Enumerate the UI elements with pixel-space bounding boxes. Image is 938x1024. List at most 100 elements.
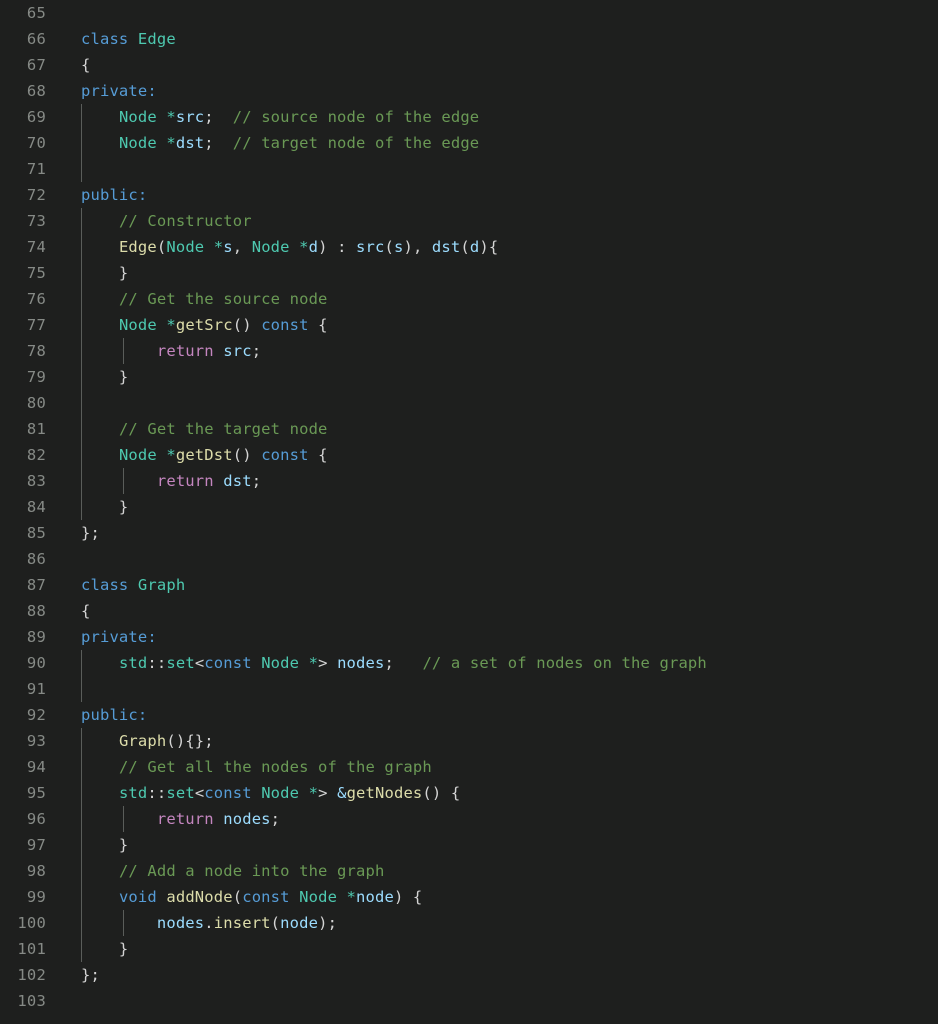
line-content[interactable]: std::set<const Node *> &getNodes() { <box>81 780 460 806</box>
code-line[interactable]: 97 } <box>0 832 938 858</box>
code-token: d <box>308 238 319 256</box>
code-line[interactable]: 88 { <box>0 598 938 624</box>
code-line[interactable]: 69 Node *src; // source node of the edge <box>0 104 938 130</box>
line-content[interactable]: Graph(){}; <box>81 728 214 754</box>
line-content[interactable]: // Add a node into the graph <box>81 858 384 884</box>
code-token: Edge <box>118 238 157 256</box>
code-line[interactable]: 70 Node *dst; // target node of the edge <box>0 130 938 156</box>
code-line[interactable]: 68 private: <box>0 78 938 104</box>
line-content[interactable]: Node *getDst() const { <box>81 442 328 468</box>
code-line[interactable]: 77 Node *getSrc() const { <box>0 312 938 338</box>
line-content[interactable]: Node *dst; // target node of the edge <box>81 130 479 156</box>
line-number: 75 <box>26 264 46 282</box>
code-token: }; <box>81 966 100 984</box>
line-content[interactable]: } <box>81 494 128 520</box>
code-line[interactable]: 78 return src; <box>0 338 938 364</box>
code-line[interactable]: 80 <box>0 390 938 416</box>
line-content[interactable]: Edge(Node *s, Node *d) : src(s), dst(d){ <box>81 234 498 260</box>
code-token: src <box>175 108 205 126</box>
code-line[interactable]: 99 void addNode(const Node *node) { <box>0 884 938 910</box>
code-line[interactable]: 66 class Edge <box>0 26 938 52</box>
code-token: ( <box>384 238 394 256</box>
code-line[interactable]: 91 <box>0 676 938 702</box>
line-content[interactable]: std::set<const Node *> nodes; // a set o… <box>81 650 707 676</box>
code-line[interactable]: 86 <box>0 546 938 572</box>
line-content[interactable]: void addNode(const Node *node) { <box>81 884 422 910</box>
code-line[interactable]: 90 std::set<const Node *> nodes; // a se… <box>0 650 938 676</box>
line-content[interactable]: Node *getSrc() const { <box>81 312 328 338</box>
code-line[interactable]: 81 // Get the target node <box>0 416 938 442</box>
code-line[interactable]: 71 <box>0 156 938 182</box>
code-line[interactable]: 87 class Graph <box>0 572 938 598</box>
line-content[interactable]: nodes.insert(node); <box>81 910 337 936</box>
code-editor-viewport[interactable]: 65 66 class Edge 67{68 private: 69 Node *src;… <box>0 0 938 1024</box>
line-content[interactable]: } <box>81 832 128 858</box>
code-line[interactable]: 76 // Get the source node <box>0 286 938 312</box>
code-line[interactable]: 93 Graph(){}; <box>0 728 938 754</box>
code-token: { <box>308 446 328 464</box>
code-line[interactable]: 100 nodes.insert(node); <box>0 910 938 936</box>
line-content[interactable]: class Edge <box>81 26 176 52</box>
code-surface[interactable]: 65 66 class Edge 67{68 private: 69 Node *src;… <box>0 0 938 1014</box>
line-content[interactable]: { <box>81 598 90 624</box>
line-content[interactable]: // Get all the nodes of the graph <box>81 754 432 780</box>
code-token: () <box>232 446 262 464</box>
code-token: Node <box>118 108 157 126</box>
line-number: 95 <box>26 784 46 802</box>
code-token: . <box>204 914 214 932</box>
code-line[interactable]: 92 public: <box>0 702 938 728</box>
line-content[interactable]: return dst; <box>81 468 261 494</box>
line-content[interactable]: } <box>81 364 128 390</box>
line-content[interactable]: class Graph <box>81 572 185 598</box>
code-line[interactable]: 85}; <box>0 520 938 546</box>
line-content[interactable]: }; <box>81 520 100 546</box>
code-line[interactable]: 83 return dst; <box>0 468 938 494</box>
line-content[interactable]: }; <box>81 962 100 988</box>
code-token: ( <box>232 888 243 906</box>
code-line[interactable]: 79 } <box>0 364 938 390</box>
code-line[interactable]: 96 return nodes; <box>0 806 938 832</box>
code-line[interactable]: 67 { <box>0 52 938 78</box>
line-content[interactable]: // Get the source node <box>81 286 328 312</box>
code-line[interactable]: 75 } <box>0 260 938 286</box>
code-line[interactable]: 98 // Add a node into the graph <box>0 858 938 884</box>
code-line[interactable]: 103 <box>0 988 938 1014</box>
line-content[interactable]: private: <box>81 78 157 104</box>
code-token: ){ <box>479 238 499 256</box>
line-content[interactable]: } <box>81 936 128 962</box>
code-line[interactable]: 72 public: <box>0 182 938 208</box>
code-token: ) { <box>393 888 423 906</box>
line-content[interactable]: public: <box>81 702 147 728</box>
code-line[interactable]: 74 Edge(Node *s, Node *d) : src(s), dst(… <box>0 234 938 260</box>
line-content[interactable]: // Constructor <box>81 208 252 234</box>
line-content[interactable]: public: <box>81 182 147 208</box>
line-content[interactable]: } <box>81 260 128 286</box>
line-content[interactable]: // Get the target node <box>81 416 328 442</box>
line-content[interactable]: Node *src; // source node of the edge <box>81 104 479 130</box>
code-line[interactable]: 89 private: <box>0 624 938 650</box>
code-line[interactable]: 94 // Get all the nodes of the graph <box>0 754 938 780</box>
code-line[interactable]: 102}; <box>0 962 938 988</box>
code-token: insert <box>213 914 271 932</box>
line-number: 101 <box>17 940 46 958</box>
line-content[interactable]: { <box>81 52 90 78</box>
line-content[interactable]: return nodes; <box>81 806 280 832</box>
code-line[interactable]: 65 <box>0 0 938 26</box>
line-content[interactable]: private: <box>81 624 157 650</box>
code-line[interactable]: 82 Node *getDst() const { <box>0 442 938 468</box>
line-content[interactable]: return src; <box>81 338 261 364</box>
code-line[interactable]: 95 std::set<const Node *> &getNodes() { <box>0 780 938 806</box>
code-line[interactable]: 84 } <box>0 494 938 520</box>
code-line[interactable]: 73 // Constructor <box>0 208 938 234</box>
code-token: } <box>81 368 129 386</box>
code-token: const <box>242 888 290 906</box>
code-token: // a set of nodes on the graph <box>422 654 707 672</box>
code-line[interactable]: 101 } <box>0 936 938 962</box>
code-token: public: <box>81 186 148 204</box>
